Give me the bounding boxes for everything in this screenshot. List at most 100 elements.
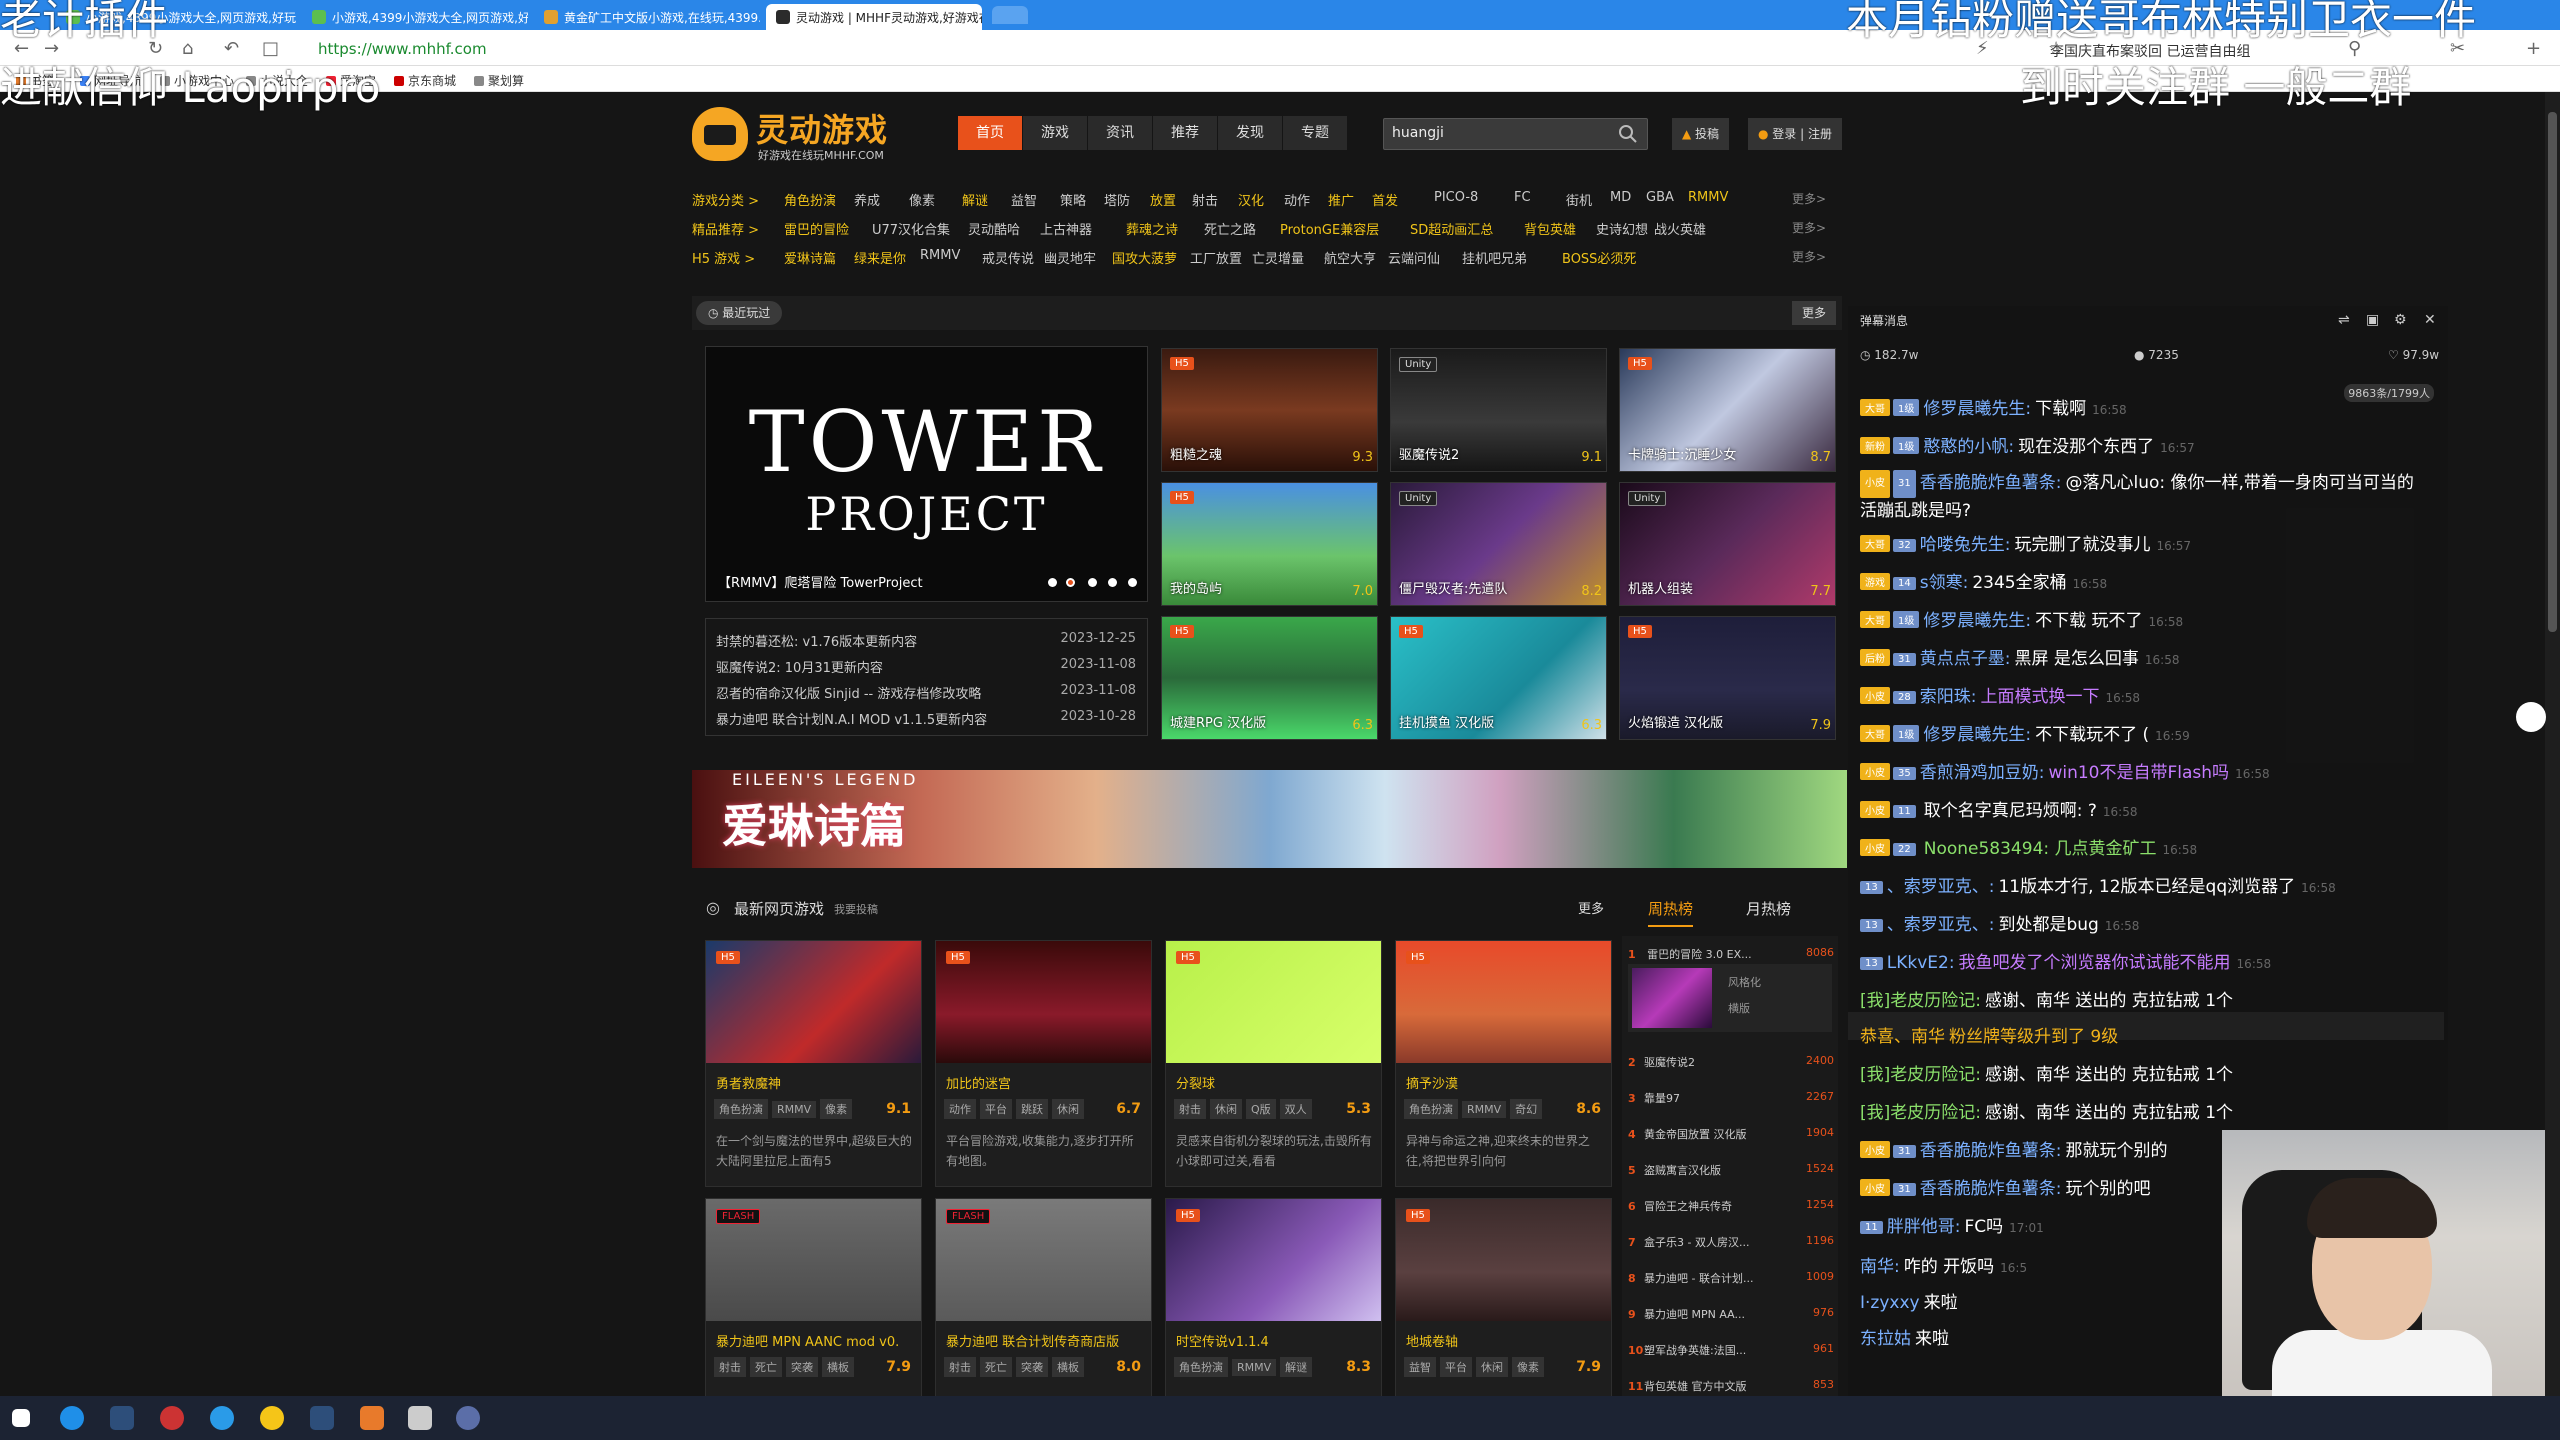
featured-slider[interactable]: TOWER PROJECT 【RMMV】爬塔冒险 TowerProject (705, 346, 1148, 602)
submit-button[interactable]: ▲ 投稿 (1672, 118, 1730, 150)
category-link[interactable]: 亡灵增量 (1252, 248, 1304, 267)
category-link[interactable]: 塔防 (1104, 190, 1130, 209)
game-tag[interactable]: 跳跃 (1016, 1099, 1048, 1119)
recent-game-card[interactable]: Unity 机器人组装 7.7 (1619, 482, 1836, 606)
category-link[interactable]: 国攻大菠萝 (1112, 248, 1177, 267)
page-scrollbar[interactable] (2545, 92, 2560, 1396)
slider-dot-active[interactable] (1066, 578, 1075, 587)
latest-game-card[interactable]: H5 加比的迷宫 动作 平台 跳跃 休闲 6.7 平台冒险游戏,收集能力,逐步打开所有地图。 (935, 940, 1152, 1187)
lock-icon[interactable]: ▣ (2366, 312, 2379, 328)
game-tag[interactable]: 休闲 (1052, 1099, 1084, 1119)
game-tag[interactable]: RMMV (1462, 1101, 1507, 1118)
chat-username[interactable]: 香煎滑鸡加豆奶: (1920, 763, 2045, 783)
category-link[interactable]: PICO-8 (1434, 190, 1478, 205)
chat-username[interactable]: 索阳珠: (1920, 687, 1977, 707)
ranking-featured-card[interactable]: 风格化 横版 (1628, 964, 1832, 1032)
category-link[interactable]: ProtonGE兼容层 (1280, 219, 1379, 238)
category-link[interactable]: GBA (1646, 190, 1674, 205)
category-link[interactable]: FC (1514, 190, 1531, 205)
category-link[interactable]: 解谜 (962, 190, 988, 209)
category-link[interactable]: 云端问仙 (1388, 248, 1440, 267)
submit-game-link[interactable]: 我要投稿 (834, 901, 878, 917)
game-tag[interactable]: 角色扮演 (714, 1099, 768, 1119)
game-tag[interactable]: 死亡 (750, 1357, 782, 1377)
game-tag[interactable]: 突袭 (786, 1357, 818, 1377)
latest-game-card[interactable]: H5 摘予沙漠 角色扮演 RMMV 奇幻 8.6 异神与命运之神,迎来终末的世界之往,将把世… (1395, 940, 1612, 1187)
close-icon[interactable]: ✕ (2424, 312, 2436, 328)
chat-username[interactable]: I·zyxxy (1860, 1293, 1920, 1313)
category-link[interactable]: 首发 (1372, 190, 1398, 209)
category-link[interactable]: 上古神器 (1040, 219, 1092, 238)
category-link[interactable]: SD超动画汇总 (1410, 219, 1493, 238)
news-item[interactable]: 暴力迪吧 联合计划N.A.I MOD v1.1.5更新内容 2023-10-28 (716, 709, 1136, 728)
game-tag[interactable]: 动作 (944, 1099, 976, 1119)
category-link[interactable]: 灵动酷哈 (968, 219, 1020, 238)
game-tag[interactable]: 突袭 (1016, 1357, 1048, 1377)
recent-played-tab[interactable]: ◷ 最近玩过 (696, 301, 783, 325)
game-tag[interactable]: 休闲 (1476, 1357, 1508, 1377)
category-label[interactable]: 游戏分类 > (692, 190, 759, 209)
category-more-link[interactable]: 更多> (1792, 248, 1826, 265)
steam-icon[interactable] (110, 1406, 134, 1430)
category-link[interactable]: 射击 (1192, 190, 1218, 209)
nav-news[interactable]: 资讯 (1088, 116, 1152, 150)
category-link[interactable]: 动作 (1284, 190, 1310, 209)
category-link[interactable]: 放置 (1150, 190, 1176, 209)
chat-username[interactable]: [我]老皮历险记: (1860, 1103, 1981, 1123)
chrome-icon[interactable] (260, 1406, 284, 1430)
ranking-item[interactable]: 7 盒子乐3 - 双人房汉... 1196 (1628, 1234, 1834, 1256)
news-item[interactable]: 忍者的宿命汉化版 Sinjid -- 游戏存档修改攻略 2023-11-08 (716, 683, 1136, 702)
category-link[interactable]: 葬魂之诗 (1126, 219, 1178, 238)
category-link[interactable]: 汉化 (1238, 190, 1264, 209)
bookmark-item[interactable]: 京东商城 (394, 72, 456, 89)
game-tag[interactable]: 角色扮演 (1404, 1099, 1458, 1119)
chat-username[interactable]: [我]老皮历险记: (1860, 991, 1981, 1011)
app-icon[interactable] (360, 1406, 384, 1430)
category-link[interactable]: 航空大亨 (1324, 248, 1376, 267)
scrollbar-thumb[interactable] (2548, 112, 2557, 632)
nav-games[interactable]: 游戏 (1023, 116, 1087, 150)
game-tag[interactable]: 横板 (1052, 1357, 1084, 1377)
game-tag[interactable]: 角色扮演 (1174, 1357, 1228, 1377)
game-tag[interactable]: 平台 (980, 1099, 1012, 1119)
chat-username[interactable]: 修罗晨曦先生: (1923, 399, 2031, 419)
login-button[interactable]: ● 登录 | 注册 (1748, 118, 1842, 150)
app-icon-active[interactable] (456, 1406, 480, 1430)
ranking-item[interactable]: 8 暴力迪吧 - 联合计划... 1009 (1628, 1270, 1834, 1292)
category-link[interactable]: 绿来是你 (854, 248, 906, 267)
chat-username[interactable]: LKkvE2: (1887, 953, 1955, 973)
game-tag[interactable]: 平台 (1440, 1357, 1472, 1377)
steam-icon-2[interactable] (310, 1406, 334, 1430)
category-link[interactable]: 死亡之路 (1204, 219, 1256, 238)
windows-start-icon[interactable] (12, 1409, 30, 1427)
recent-game-card[interactable]: H5 卡牌骑士:沉睡少女 8.7 (1619, 348, 1836, 472)
browser-tab[interactable]: 小游戏,4399小游戏大全,网页游戏,好玩的... (302, 4, 528, 30)
chat-username[interactable]: 修罗晨曦先生: (1923, 611, 2031, 631)
chat-username[interactable]: 香香脆脆炸鱼薯条: (1920, 1179, 2062, 1199)
collapse-icon[interactable]: ⇌ (2338, 312, 2350, 328)
latest-game-card[interactable]: H5 分裂球 射击 休闲 Q版 双人 5.3 灵感来自街机分裂球的玩法,击毁所有小球即可过关,… (1165, 940, 1382, 1187)
nav-discover[interactable]: 发现 (1218, 116, 1282, 150)
game-tag[interactable]: 双人 (1279, 1099, 1312, 1119)
ranking-item[interactable]: 5 盗贼寓言汉化版 1524 (1628, 1162, 1834, 1184)
tab-monthly-hot[interactable]: 月热榜 (1746, 898, 1791, 919)
category-link[interactable]: 策略 (1060, 190, 1086, 209)
recent-game-card[interactable]: Unity 僵尸毁灭者:先遣队 8.2 (1390, 482, 1607, 606)
side-assistant-icon[interactable] (2516, 702, 2546, 732)
chat-username[interactable]: 哈喽兔先生: (1920, 535, 2011, 555)
game-tag[interactable]: 射击 (1174, 1099, 1206, 1119)
category-link[interactable]: 雷巴的冒险 (784, 219, 849, 238)
chat-username[interactable]: 憨憨的小帆: (1923, 437, 2014, 457)
latest-more-link[interactable]: 更多 (1578, 898, 1604, 917)
browser-tab-active[interactable]: 灵动游戏 | MHHF灵动游戏,好游戏在... (766, 4, 982, 30)
category-link[interactable]: 爱琳诗篇 (784, 248, 836, 267)
category-link[interactable]: 背包英雄 (1524, 219, 1576, 238)
category-link[interactable]: MD (1610, 190, 1631, 205)
browser-icon[interactable] (60, 1406, 84, 1430)
ranking-item[interactable]: 10塑军战争英雄:法国... 961 (1628, 1342, 1834, 1364)
ranking-item[interactable]: 6 冒险王之神兵传奇 1254 (1628, 1198, 1834, 1220)
category-label[interactable]: 精品推荐 > (692, 219, 759, 238)
chat-username[interactable]: 南华: (1860, 1257, 1900, 1277)
site-logo[interactable]: 灵动游戏 好游戏在线玩MHHF.COM (692, 105, 912, 163)
category-link[interactable]: 挂机吧兄弟 (1462, 248, 1527, 267)
